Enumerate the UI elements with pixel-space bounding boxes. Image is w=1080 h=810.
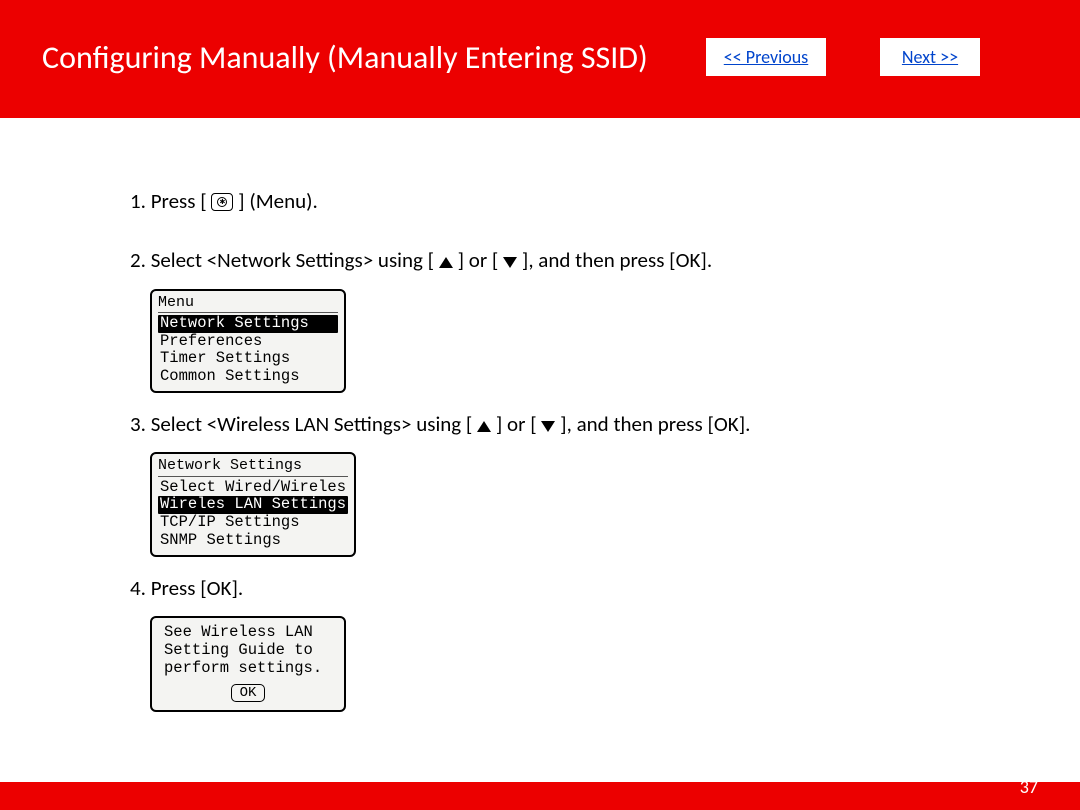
step2-text-b: ] or [	[458, 247, 499, 273]
menu-button-icon	[211, 193, 233, 211]
step3-text-b: ] or [	[496, 411, 537, 437]
step-1: 1. Press [ ] (Menu).	[130, 188, 1080, 215]
lcd-menu-item: TCP/IP Settings	[158, 514, 348, 532]
lcd-menu-item: SNMP Settings	[158, 532, 348, 550]
arrow-down-icon	[503, 257, 517, 268]
next-button[interactable]: Next >>	[880, 38, 980, 76]
step3-text-a: 3. Select <Wireless LAN Settings> using …	[130, 411, 472, 437]
page-title: Configuring Manually (Manually Entering …	[42, 38, 648, 77]
lcd-screen-network-settings: Network Settings Select Wired/WirelesWire…	[150, 452, 356, 557]
arrow-up-icon	[477, 421, 491, 432]
lcd-screen-message: See Wireless LANSetting Guide toperform …	[150, 616, 346, 712]
previous-button[interactable]: << Previous	[706, 38, 826, 76]
lcd-message-line: perform settings.	[162, 660, 334, 678]
step3-text-c: ], and then press [OK].	[560, 411, 750, 437]
lcd-message-line: See Wireless LAN	[162, 624, 334, 642]
step2-text-c: ], and then press [OK].	[522, 247, 712, 273]
lcd-message-line: Setting Guide to	[162, 642, 334, 660]
step-4: 4. Press [OK].	[130, 575, 1080, 602]
arrow-up-icon	[439, 257, 453, 268]
arrow-down-icon	[541, 421, 555, 432]
lcd-title: Menu	[158, 294, 338, 313]
lcd-menu-item: Timer Settings	[158, 350, 338, 368]
step4-text: 4. Press [OK].	[130, 575, 243, 601]
lcd-menu-item: Wireles LAN Settings	[158, 496, 348, 514]
step1-text-b: ] (Menu).	[238, 188, 318, 214]
step-2: 2. Select <Network Settings> using [ ] o…	[130, 247, 1080, 274]
lcd-menu-item: Network Settings	[158, 315, 338, 333]
lcd-menu-item: Select Wired/Wireles	[158, 479, 348, 497]
lcd-menu-item: Common Settings	[158, 368, 338, 386]
lcd-screen-menu: Menu Network SettingsPreferencesTimer Set…	[150, 289, 346, 394]
header-bar: Configuring Manually (Manually Entering …	[0, 0, 1080, 118]
lcd-ok-button: OK	[231, 684, 266, 702]
step-3: 3. Select <Wireless LAN Settings> using …	[130, 411, 1080, 438]
lcd-menu-item: Preferences	[158, 333, 338, 351]
page-number: 37	[1020, 776, 1038, 798]
footer-band	[0, 782, 1080, 810]
step1-text-a: 1. Press [	[130, 188, 207, 214]
step2-text-a: 2. Select <Network Settings> using [	[130, 247, 434, 273]
instruction-content: 1. Press [ ] (Menu). 2. Select <Network …	[0, 118, 1080, 730]
lcd-title: Network Settings	[158, 457, 348, 476]
